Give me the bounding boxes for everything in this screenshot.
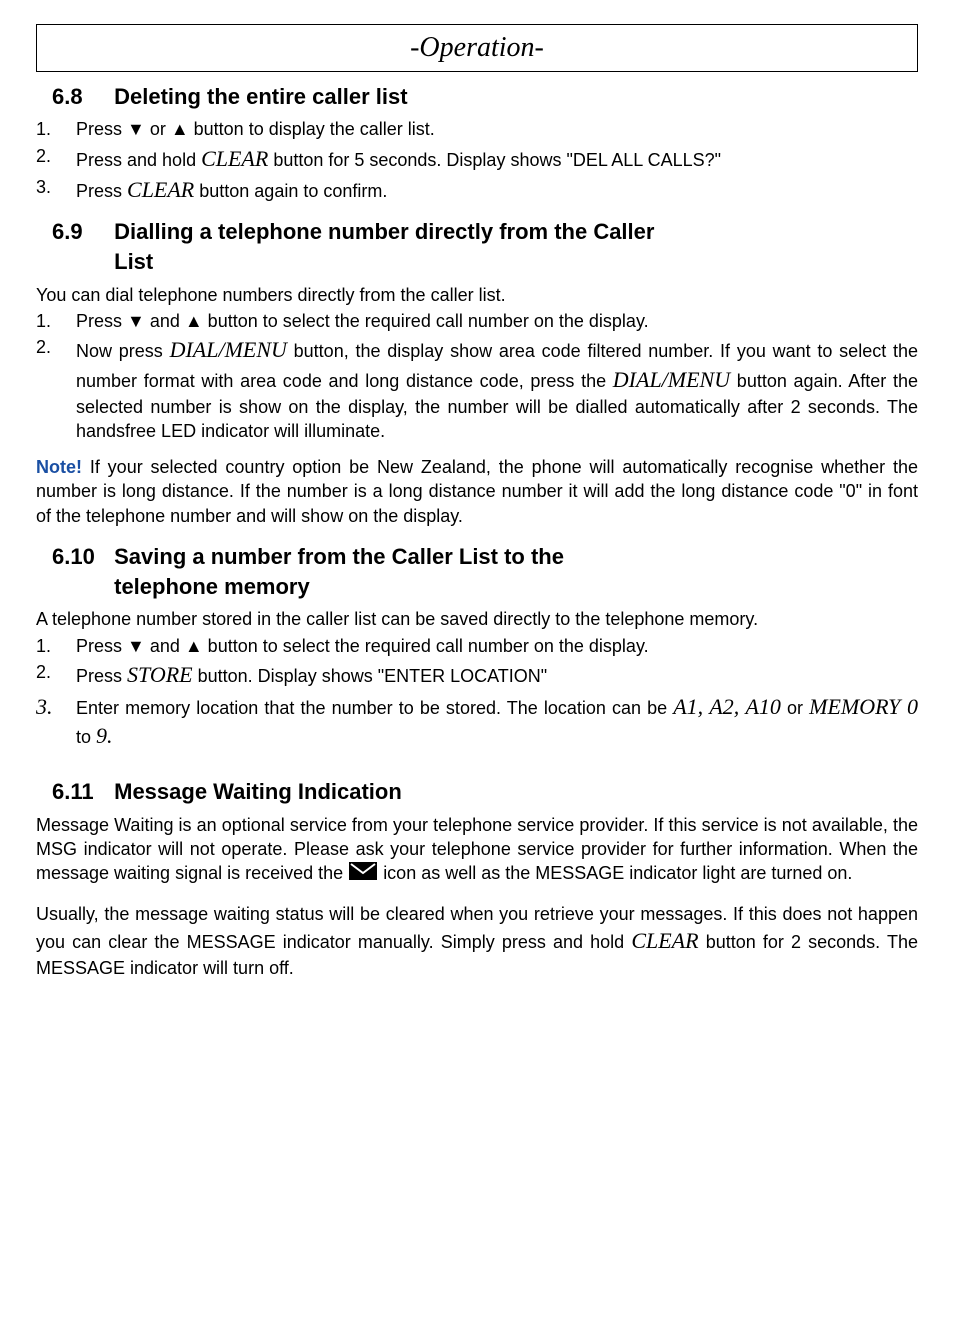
list-item: 1. Press ▼ and ▲ button to select the re… (36, 634, 918, 658)
clear-button-label: CLEAR (631, 928, 698, 953)
list-item: 1. Press ▼ or ▲ button to display the ca… (36, 117, 918, 141)
page-header: -Operation- (410, 32, 544, 63)
heading-title: Deleting the entire caller list (114, 84, 407, 109)
heading-6-11: 6.11 Message Waiting Indication (52, 777, 918, 807)
memory-location: A1, A2, A10 (673, 694, 781, 719)
list-body: Now press DIAL/MENU button, the display … (76, 335, 918, 443)
list-item: 2. Now press DIAL/MENU button, the displ… (36, 335, 918, 443)
list-num: 2. (36, 335, 76, 443)
list-num: 2. (36, 144, 76, 174)
memory-location: 9. (96, 723, 113, 748)
clear-button-label: CLEAR (127, 177, 194, 202)
intro-6-9: You can dial telephone numbers directly … (36, 283, 918, 307)
list-num: 2. (36, 660, 76, 690)
dial-menu-button-label: DIAL/MENU (170, 337, 287, 362)
list-body: Enter memory location that the number to… (76, 692, 918, 751)
list-body: Press ▼ and ▲ button to select the requi… (76, 309, 918, 333)
list-6-10: 1. Press ▼ and ▲ button to select the re… (36, 634, 918, 751)
note-body: If your selected country option be New Z… (36, 457, 918, 526)
heading-num: 6.8 (52, 82, 108, 112)
list-num: 1. (36, 309, 76, 333)
heading-num: 6.11 (52, 777, 108, 807)
list-item: 2. Press and hold CLEAR button for 5 sec… (36, 144, 918, 174)
list-num: 3. (36, 692, 76, 751)
message-icon (348, 861, 378, 887)
list-num: 1. (36, 117, 76, 141)
para-6-11-2: Usually, the message waiting status will… (36, 902, 918, 980)
note-6-9: Note! If your selected country option be… (36, 455, 918, 528)
heading-6-8: 6.8 Deleting the entire caller list (52, 82, 918, 112)
heading-num: 6.10 (52, 542, 108, 572)
list-body: Press and hold CLEAR button for 5 second… (76, 144, 918, 174)
list-item: 2. Press STORE button. Display shows "EN… (36, 660, 918, 690)
list-num: 1. (36, 634, 76, 658)
list-6-8: 1. Press ▼ or ▲ button to display the ca… (36, 117, 918, 205)
heading-title: Dialling a telephone number directly fro… (114, 217, 654, 276)
list-body: Press ▼ or ▲ button to display the calle… (76, 117, 918, 141)
list-num: 3. (36, 175, 76, 205)
dial-menu-button-label: DIAL/MENU (613, 367, 730, 392)
list-item: 1. Press ▼ and ▲ button to select the re… (36, 309, 918, 333)
store-button-label: STORE (127, 662, 193, 687)
clear-button-label: CLEAR (201, 146, 268, 171)
list-body: Press CLEAR button again to confirm. (76, 175, 918, 205)
heading-num: 6.9 (52, 217, 108, 247)
list-6-9: 1. Press ▼ and ▲ button to select the re… (36, 309, 918, 443)
list-item: 3. Enter memory location that the number… (36, 692, 918, 751)
list-body: Press ▼ and ▲ button to select the requi… (76, 634, 918, 658)
para-6-11-1: Message Waiting is an optional service f… (36, 813, 918, 888)
page-header-box: -Operation- (36, 24, 918, 72)
memory-location: MEMORY 0 (809, 694, 918, 719)
list-body: Press STORE button. Display shows "ENTER… (76, 660, 918, 690)
intro-6-10: A telephone number stored in the caller … (36, 607, 918, 631)
heading-6-9: 6.9 Dialling a telephone number directly… (52, 217, 918, 276)
note-label: Note! (36, 457, 82, 477)
heading-6-10: 6.10 Saving a number from the Caller Lis… (52, 542, 918, 601)
heading-title: Message Waiting Indication (114, 779, 402, 804)
list-item: 3. Press CLEAR button again to confirm. (36, 175, 918, 205)
heading-title: Saving a number from the Caller List to … (114, 542, 564, 601)
